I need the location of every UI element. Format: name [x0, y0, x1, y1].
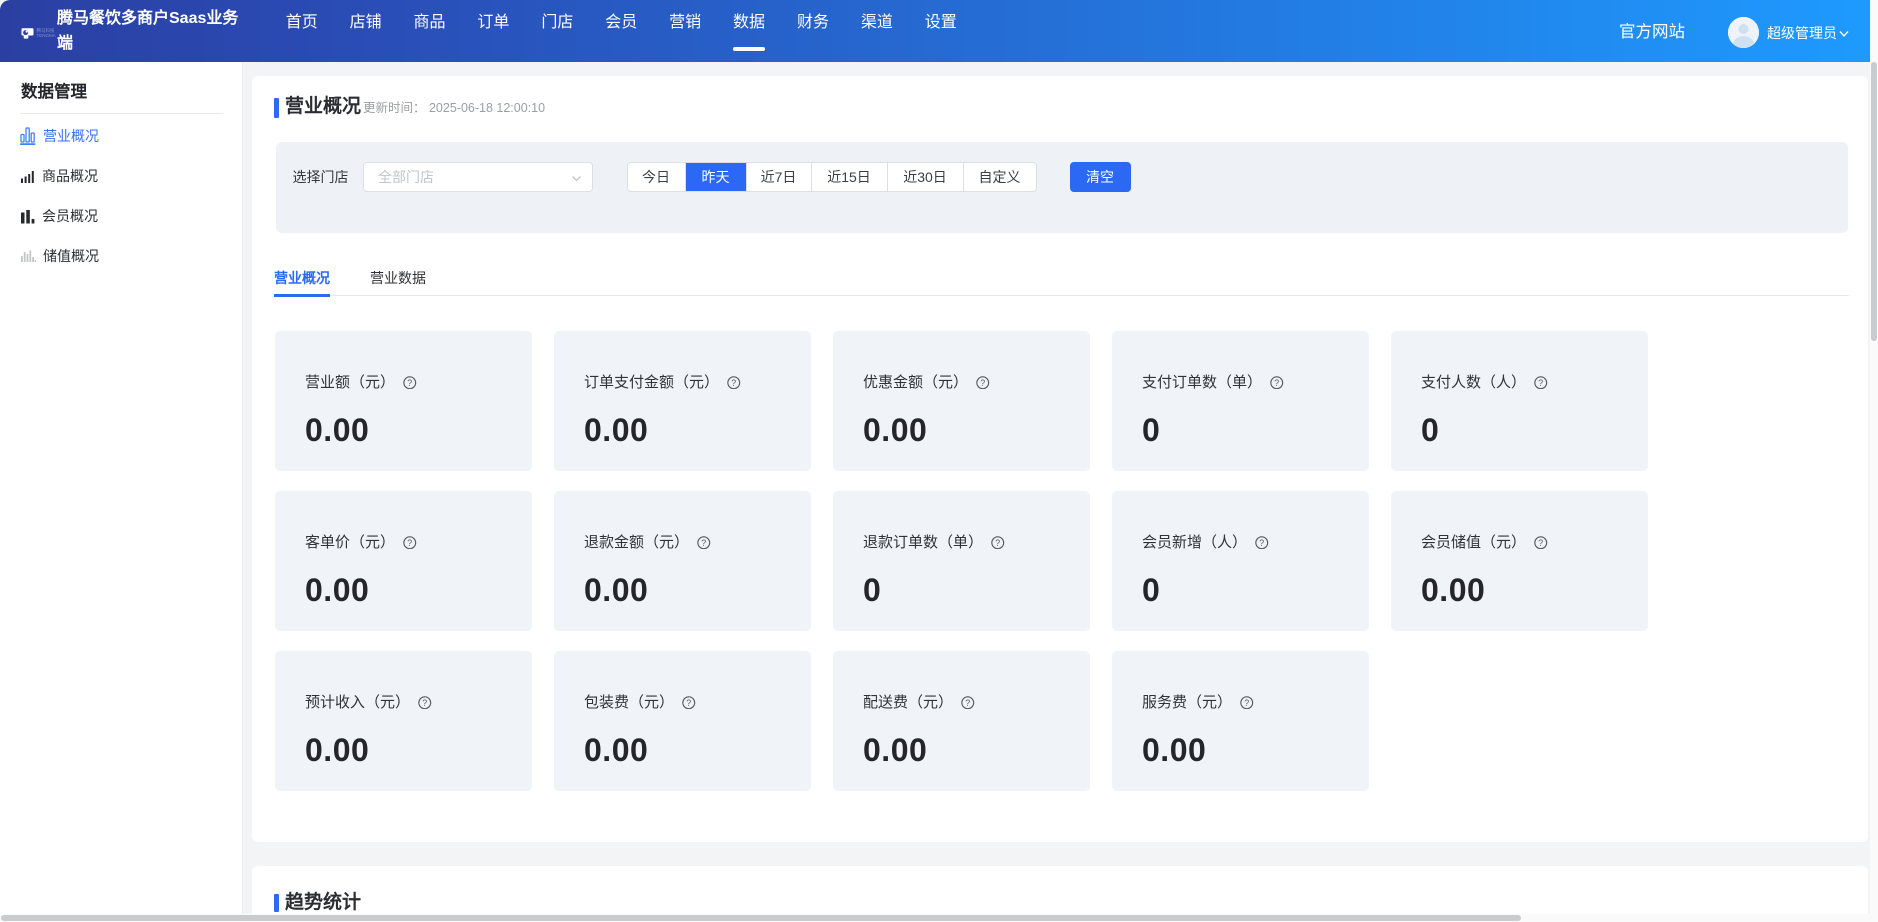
- svg-text:?: ?: [980, 377, 985, 387]
- svg-text:?: ?: [1538, 537, 1543, 547]
- svg-text:?: ?: [422, 697, 427, 707]
- svg-text:?: ?: [686, 697, 691, 707]
- svg-text:?: ?: [1259, 537, 1264, 547]
- svg-text:?: ?: [407, 377, 412, 387]
- svg-text:?: ?: [1274, 377, 1279, 387]
- svg-text:?: ?: [1538, 377, 1543, 387]
- svg-text:?: ?: [407, 537, 412, 547]
- svg-text:?: ?: [1244, 697, 1249, 707]
- svg-text:?: ?: [701, 537, 706, 547]
- svg-text:?: ?: [965, 697, 970, 707]
- svg-text:?: ?: [731, 377, 736, 387]
- svg-text:?: ?: [995, 537, 1000, 547]
